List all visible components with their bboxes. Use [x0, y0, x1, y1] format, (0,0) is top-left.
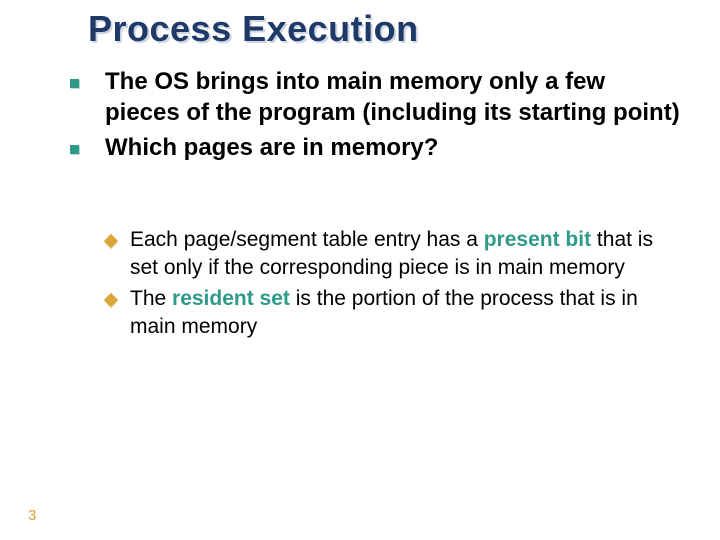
- sub-em: resident set: [172, 287, 290, 310]
- sub-bullet-text: Each page/segment table entry has a pres…: [130, 226, 668, 283]
- sub-bullet-text: The resident set is the portion of the p…: [130, 285, 668, 342]
- bullet-text: Which pages are in memory?: [105, 132, 438, 163]
- bullet-item: The OS brings into main memory only a fe…: [70, 66, 680, 128]
- square-bullet-icon: [70, 79, 79, 88]
- slide: Process Execution The OS brings into mai…: [0, 0, 720, 540]
- sub-pre: Each page/segment table entry has a: [130, 228, 484, 251]
- bullet-text: The OS brings into main memory only a fe…: [105, 66, 680, 128]
- square-bullet-icon: [70, 145, 79, 154]
- bullet-item: Which pages are in memory?: [70, 132, 680, 163]
- diamond-bullet-icon: [104, 234, 118, 248]
- sub-bullet-item: The resident set is the portion of the p…: [106, 285, 668, 342]
- slide-title: Process Execution: [88, 8, 419, 50]
- page-number: 3: [28, 507, 36, 524]
- sub-em: present bit: [484, 228, 591, 251]
- main-bullet-list: The OS brings into main memory only a fe…: [70, 66, 680, 168]
- sub-bullet-list: Each page/segment table entry has a pres…: [106, 226, 668, 343]
- diamond-bullet-icon: [104, 293, 118, 307]
- sub-bullet-item: Each page/segment table entry has a pres…: [106, 226, 668, 283]
- sub-pre: The: [130, 287, 172, 310]
